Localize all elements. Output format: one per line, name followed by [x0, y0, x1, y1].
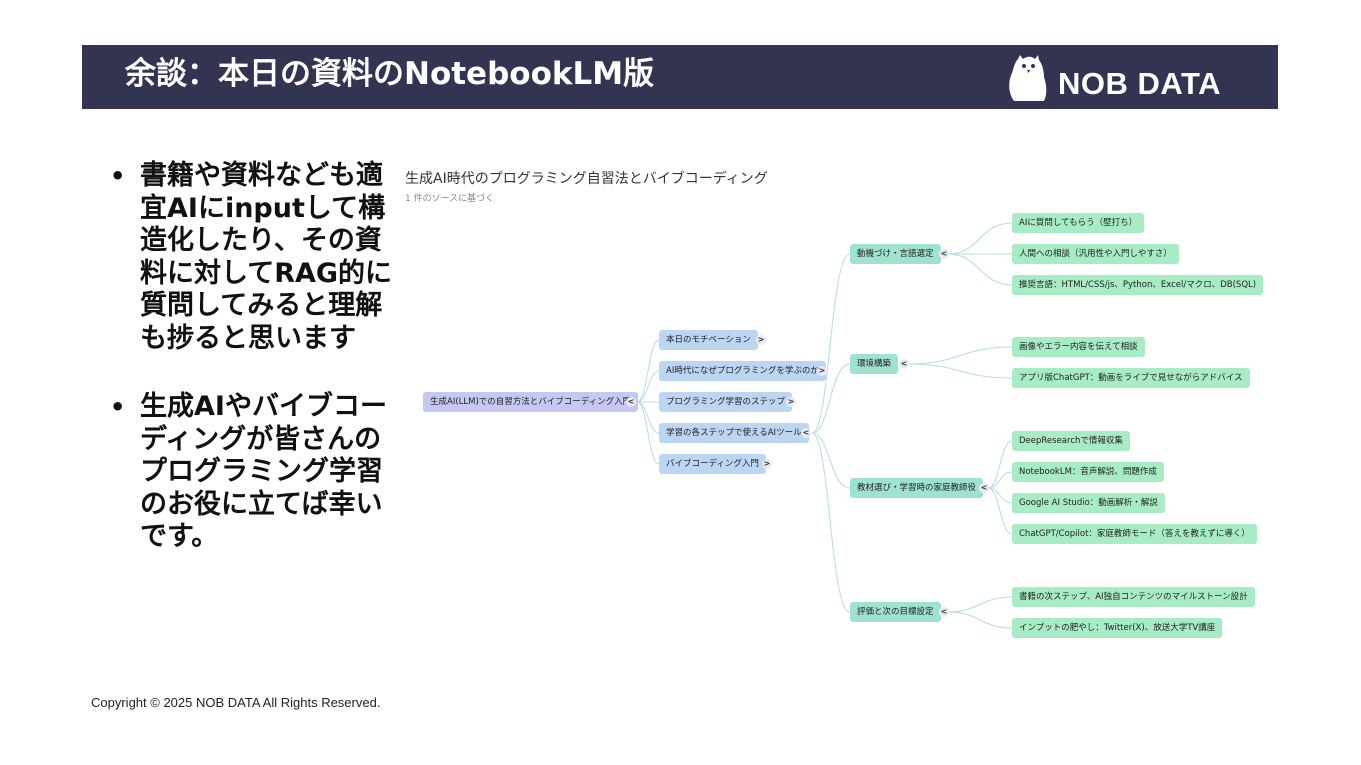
- collapse-toggle-icon[interactable]: <: [979, 483, 989, 493]
- mindmap-root-node[interactable]: 生成AI(LLM)での自習方法とバイブコーディング入門: [423, 392, 639, 412]
- mindmap-node-vibe-coding[interactable]: バイブコーディング入門: [659, 454, 766, 474]
- mindmap-leaf-node[interactable]: インプットの肥やし：Twitter(X)、放送大学TV講座: [1012, 618, 1223, 638]
- mindmap-node-ai-tools[interactable]: 学習の各ステップで使えるAIツール: [659, 423, 809, 443]
- mindmap-node-why-learn[interactable]: AI時代になぜプログラミングを学ぶのか: [659, 361, 826, 381]
- collapse-toggle-icon[interactable]: <: [939, 607, 949, 617]
- mindmap-leaf-node[interactable]: DeepResearchで情報収集: [1012, 431, 1130, 451]
- mindmap-node-motivation[interactable]: 本日のモチベーション: [659, 330, 758, 350]
- mindmap-leaf-node[interactable]: AIに質問してもらう（壁打ち）: [1012, 213, 1145, 233]
- collapse-toggle-icon[interactable]: <: [939, 249, 949, 259]
- expand-toggle-icon[interactable]: >: [817, 366, 827, 376]
- mindmap-leaf-node[interactable]: 推奨言語：HTML/CSS/js、Python、Excel/マクロ、DB(SQL…: [1012, 275, 1264, 295]
- mindmap-leaf-node[interactable]: Google AI Studio：動画解析・解説: [1012, 493, 1165, 513]
- mindmap-leaf-node[interactable]: 人間への相談（汎用性や入門しやすさ）: [1012, 244, 1179, 264]
- collapse-toggle-icon[interactable]: <: [626, 397, 636, 407]
- mindmap-node-materials-tutor[interactable]: 教材選び・学習時の家庭教師役: [850, 478, 984, 498]
- mindmap-node-motivation-language[interactable]: 動機づけ・言語選定: [850, 244, 941, 264]
- mindmap-leaf-node[interactable]: 画像やエラー内容を伝えて相談: [1012, 337, 1145, 357]
- copyright-footer: Copyright © 2025 NOB DATA All Rights Res…: [91, 695, 381, 710]
- mindmap-leaf-node[interactable]: NotebookLM：音声解説、問題作成: [1012, 462, 1164, 482]
- mindmap-node-evaluation[interactable]: 評価と次の目標設定: [850, 602, 941, 622]
- mindmap-node-environment[interactable]: 環境構築: [850, 354, 899, 374]
- mindmap-leaf-node[interactable]: 書籍の次ステップ、AI独自コンテンツのマイルストーン設計: [1012, 587, 1255, 607]
- expand-toggle-icon[interactable]: >: [762, 459, 772, 469]
- expand-toggle-icon[interactable]: >: [756, 335, 766, 345]
- mindmap-leaf-node[interactable]: アプリ版ChatGPT：動画をライブで見せながらアドバイス: [1012, 368, 1250, 388]
- expand-toggle-icon[interactable]: >: [786, 397, 796, 407]
- mindmap-node-learning-steps[interactable]: プログラミング学習のステップ: [659, 392, 793, 412]
- mindmap-leaf-node[interactable]: ChatGPT/Copilot：家庭教師モード（答えを教えずに導く）: [1012, 524, 1257, 544]
- collapse-toggle-icon[interactable]: <: [899, 359, 909, 369]
- collapse-toggle-icon[interactable]: <: [801, 428, 811, 438]
